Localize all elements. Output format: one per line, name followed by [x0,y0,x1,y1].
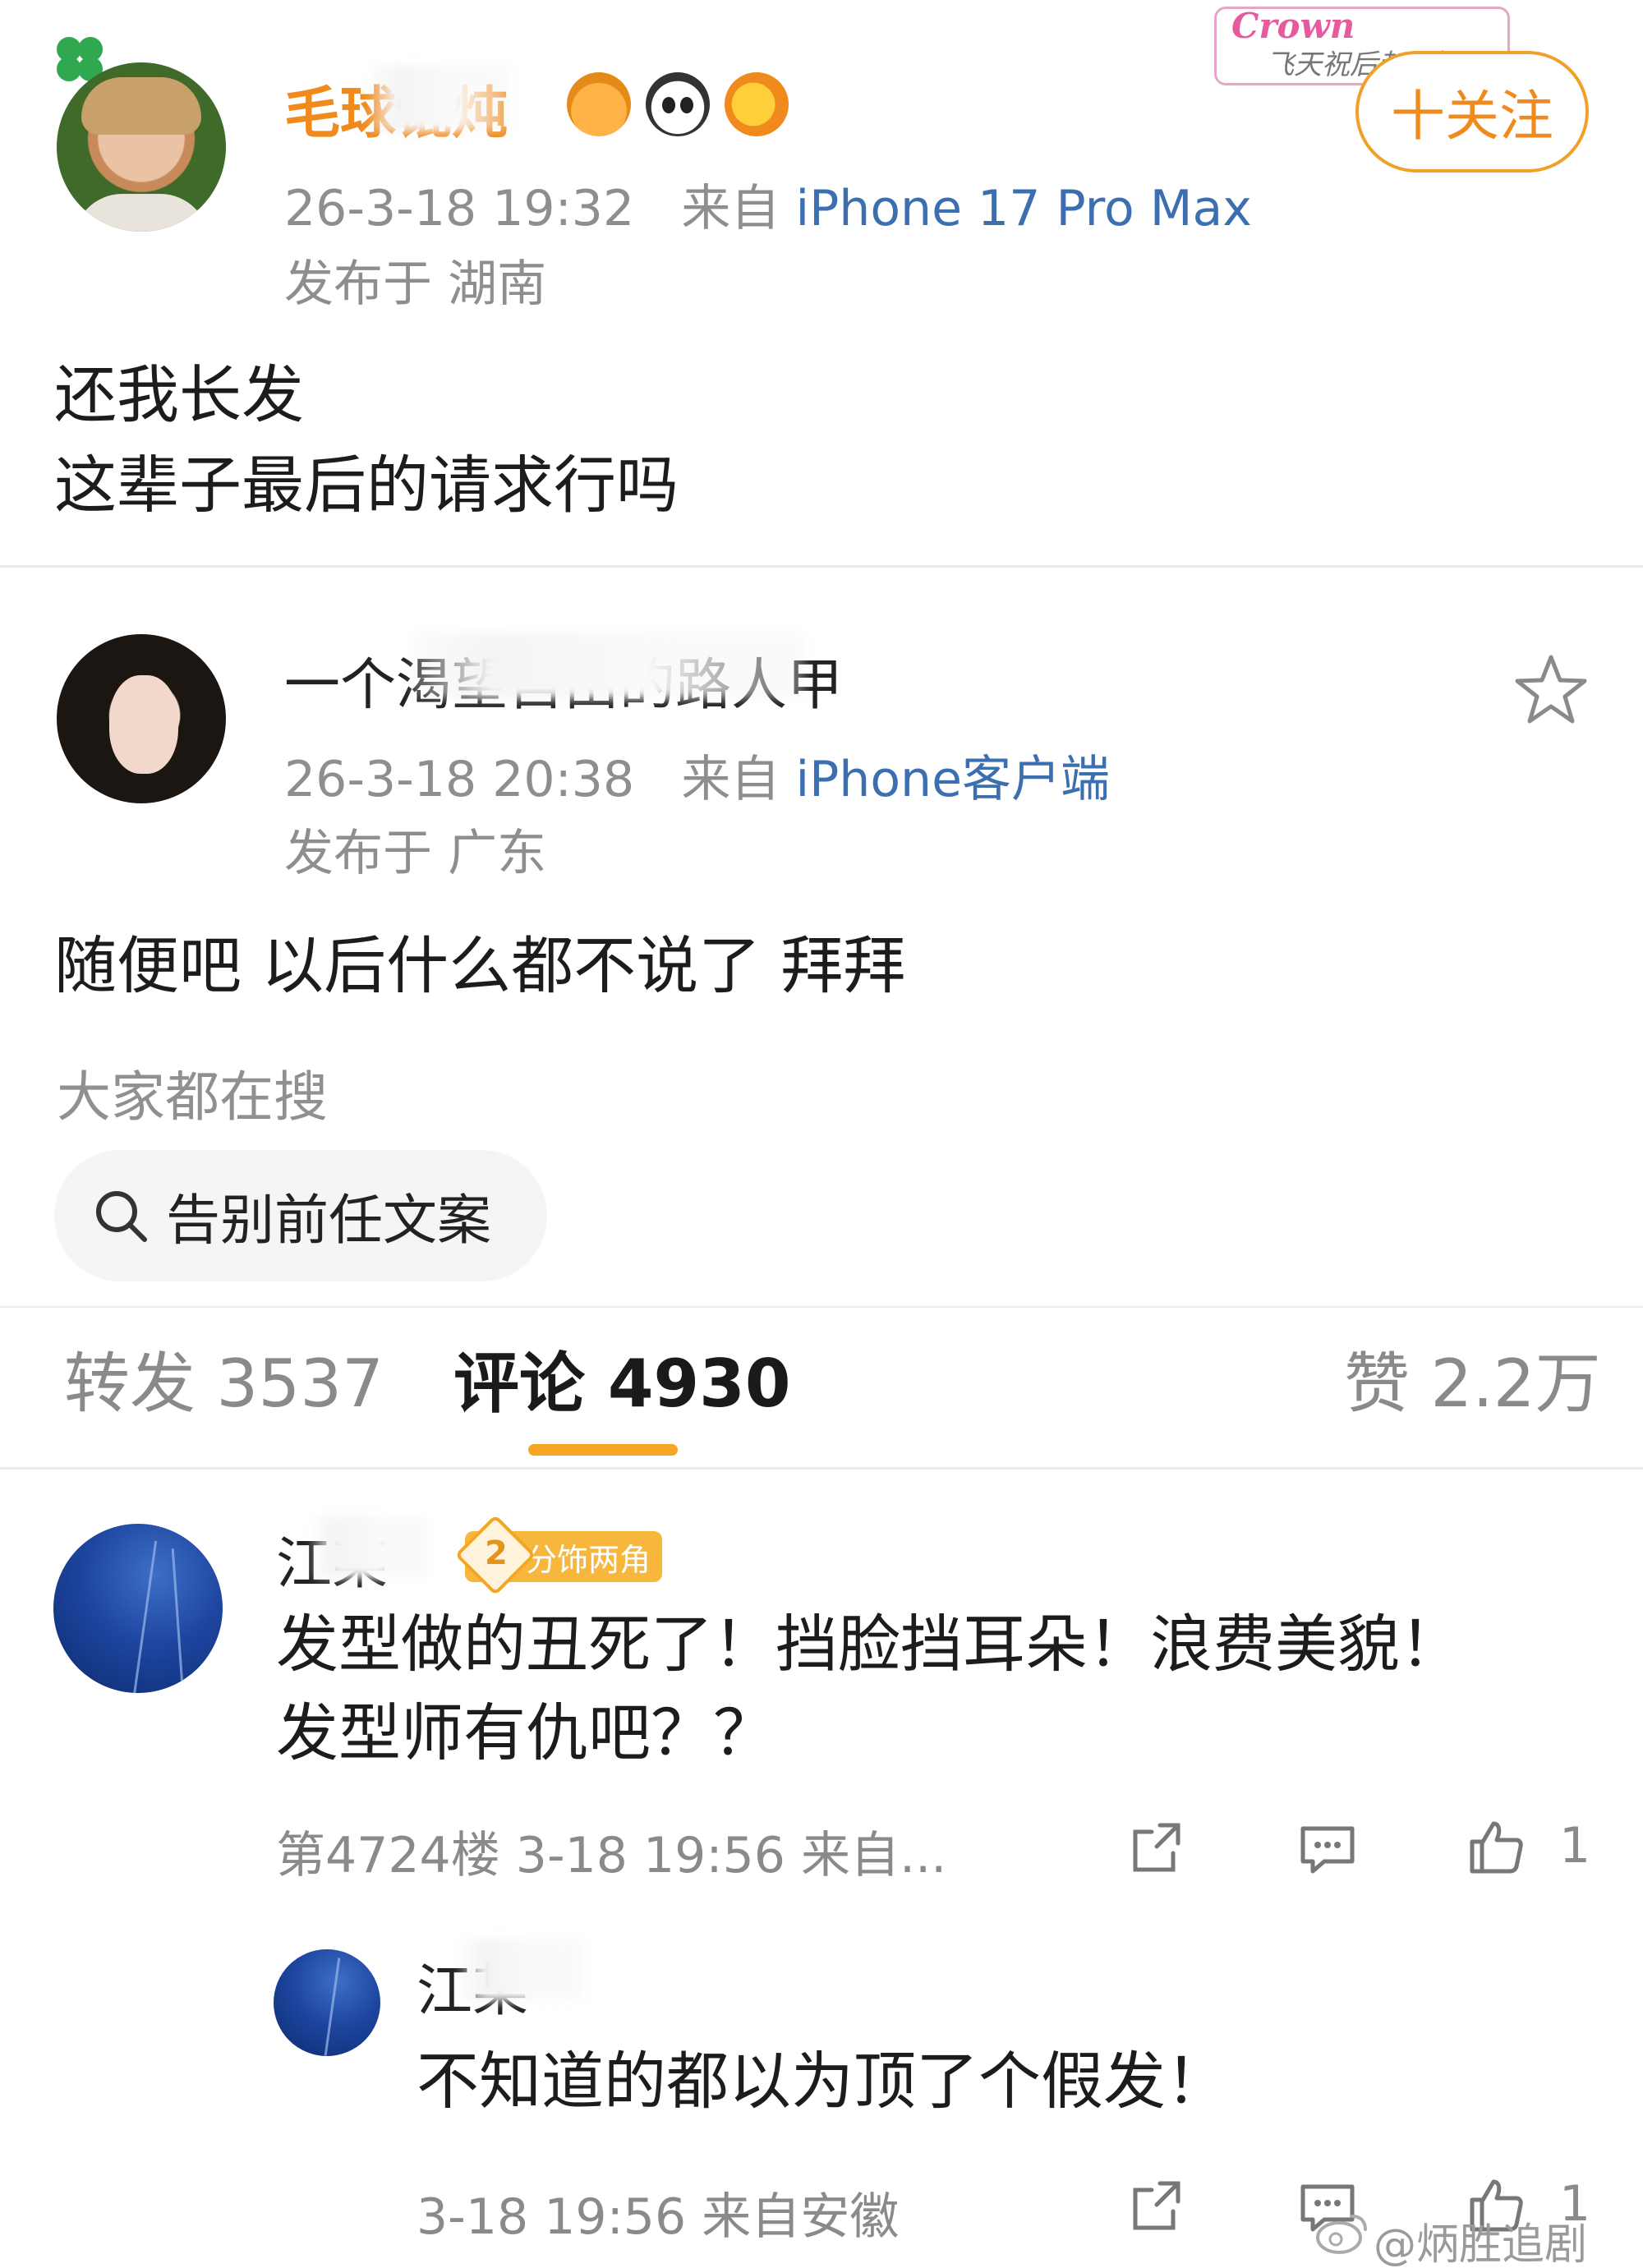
tab-repost[interactable]: 转发 3537 [64,1331,384,1426]
follow-button[interactable]: 十关注 [1355,51,1589,173]
star-favorite-icon[interactable] [1512,651,1590,729]
search-suggestion-label: 告别前任文案 [166,1189,491,1252]
comment-meta: 第4724楼 3-18 19:56 来自... [276,1827,947,1884]
commenter-avatar[interactable] [53,1524,223,1693]
search-icon [92,1187,150,1244]
badge-title: Crown [1231,6,1355,46]
repost-location: 发布于 广东 [284,825,547,882]
fan-level-badge[interactable]: 2 分饰两角 [454,1514,662,1596]
crown-icon [567,72,631,136]
author-avatar[interactable] [57,62,226,232]
badge-label: 分饰两角 [526,1541,651,1578]
tabs-bottom-divider [0,1467,1643,1470]
name-blur-mask [370,66,509,131]
tab-likes[interactable]: 赞 2.2万 [1344,1331,1601,1426]
comment-text-line1: 发型做的丑死了！挡脸挡耳朵！浪费美貌！ [276,1608,1462,1681]
watermark: @炳胜追剧 [1374,2220,1588,2268]
post-meta: 26-3-18 19:32 来自 iPhone 17 Pro Max [284,168,1252,240]
post-time: 26-3-18 19:32 [284,180,635,237]
post-device[interactable]: iPhone 17 Pro Max [795,180,1251,237]
repost-time: 26-3-18 20:38 [284,751,635,808]
comment-reply-icon[interactable] [1296,1817,1359,1879]
post-location: 发布于 湖南 [284,255,547,313]
tabs-top-divider [0,1306,1643,1308]
badge-level: 2 [485,1534,508,1572]
like-count: 1 [1559,1817,1591,1875]
share-icon[interactable] [1127,2175,1190,2238]
post-text-line1: 还我长发 [54,358,304,431]
panda-icon [646,72,710,136]
post-text-line2: 这辈子最后的请求行吗 [54,449,679,522]
repost-from: 来自 [681,751,780,808]
repost-device[interactable]: iPhone客户端 [795,751,1110,808]
search-hint: 大家都在搜 [57,1065,328,1129]
repost-meta: 26-3-18 20:38 来自 iPhone客户端 [284,739,1110,811]
reply-author-avatar[interactable] [274,1949,380,2056]
name-blur-mask [312,1516,427,1578]
name-blur-mask [460,1939,583,2001]
fish-icon [725,72,789,136]
post-from: 来自 [681,180,780,237]
weibo-logo-icon [1314,2210,1369,2256]
comment-text-line2: 发型师有仇吧？？ [276,1696,775,1769]
like-thumb-icon[interactable] [1466,1815,1528,1878]
reply-meta: 3-18 19:56 来自安徽 [417,2188,900,2246]
tab-comments[interactable]: 评论 4930 [453,1331,791,1426]
name-blur-mask [411,633,805,698]
section-divider [0,565,1643,568]
search-suggestion-button[interactable]: 告别前任文案 [54,1150,547,1281]
reply-text: 不知道的都以为顶了个假发！ [417,2045,1228,2118]
repost-author-avatar[interactable] [57,634,226,803]
tab-active-indicator [528,1444,678,1456]
repost-text: 随便吧 以后什么都不说了 拜拜 [54,929,906,1002]
share-icon[interactable] [1127,1817,1190,1879]
